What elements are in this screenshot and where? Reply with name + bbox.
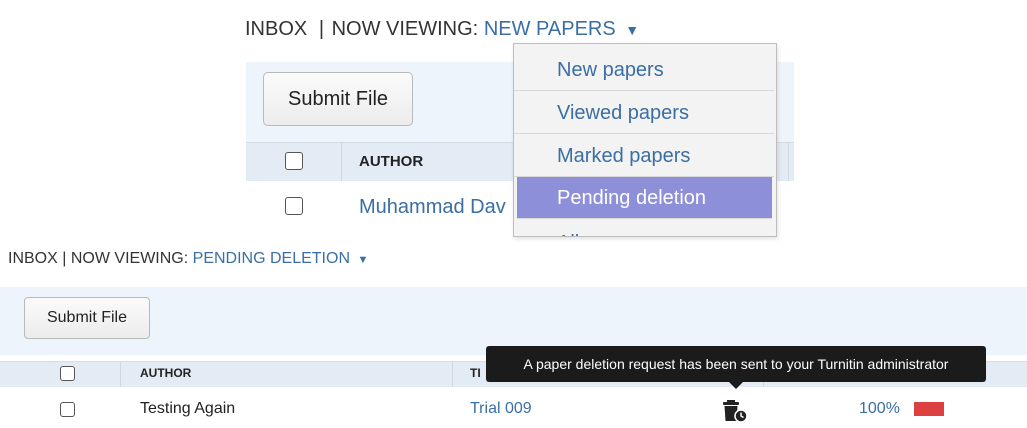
similarity-score-link[interactable]: 100% [859, 400, 900, 418]
column-divider [452, 362, 453, 387]
menu-item-pending-deletion[interactable]: Pending deletion [517, 177, 772, 219]
row-checkbox[interactable] [285, 197, 303, 215]
menu-item-viewed-papers[interactable]: Viewed papers [514, 92, 774, 134]
view-filter-menu: New papers Viewed papers Marked papers P… [513, 43, 777, 237]
view-filter-dropdown-toggle[interactable]: NEW PAPERS ▼ [484, 18, 639, 40]
select-all-checkbox[interactable] [285, 152, 303, 170]
bottom-inbox-heading: INBOX | NOW VIEWING: PENDING DELETION ▼ [8, 250, 368, 268]
tooltip-arrow [729, 382, 743, 389]
menu-item-marked-papers[interactable]: Marked papers [514, 135, 774, 177]
top-inbox-heading: INBOX | NOW VIEWING: NEW PAPERS ▼ [245, 18, 639, 41]
submit-file-button[interactable]: Submit File [24, 297, 150, 339]
author-column-header[interactable]: AUTHOR [359, 153, 423, 170]
submit-file-button[interactable]: Submit File [263, 72, 413, 126]
caret-down-icon[interactable]: ▼ [625, 22, 639, 38]
similarity-color-bar[interactable] [914, 402, 944, 416]
author-column-header[interactable]: AUTHOR [140, 366, 191, 380]
current-view-label[interactable]: PENDING DELETION [193, 250, 350, 267]
column-divider [788, 143, 789, 181]
author-name: Testing Again [140, 400, 236, 417]
inbox-label: INBOX [245, 18, 308, 40]
bottom-toolbar-panel [0, 287, 1027, 355]
deletion-request-tooltip: A paper deletion request has been sent t… [486, 346, 986, 382]
menu-item-all[interactable]: All [514, 222, 774, 236]
now-viewing-label: NOW VIEWING: [331, 18, 479, 40]
caret-down-icon[interactable]: ▼ [357, 254, 368, 266]
select-all-checkbox[interactable] [60, 366, 75, 381]
title-column-header[interactable]: TI [470, 366, 481, 380]
current-view-label[interactable]: NEW PAPERS [484, 18, 616, 40]
column-divider [341, 143, 342, 181]
trash-clock-icon[interactable] [722, 398, 752, 423]
view-filter-dropdown-toggle[interactable]: PENDING DELETION ▼ [193, 250, 369, 267]
now-viewing-label: NOW VIEWING: [70, 250, 189, 267]
paper-title-link[interactable]: Trial 009 [470, 400, 532, 418]
menu-item-new-papers[interactable]: New papers [514, 49, 774, 91]
author-link[interactable]: Muhammad Dav [359, 196, 515, 219]
inbox-label: INBOX [8, 250, 58, 267]
column-divider [120, 362, 121, 387]
heading-separator: | [318, 18, 325, 40]
heading-separator: | [62, 250, 67, 267]
row-checkbox[interactable] [60, 402, 75, 417]
